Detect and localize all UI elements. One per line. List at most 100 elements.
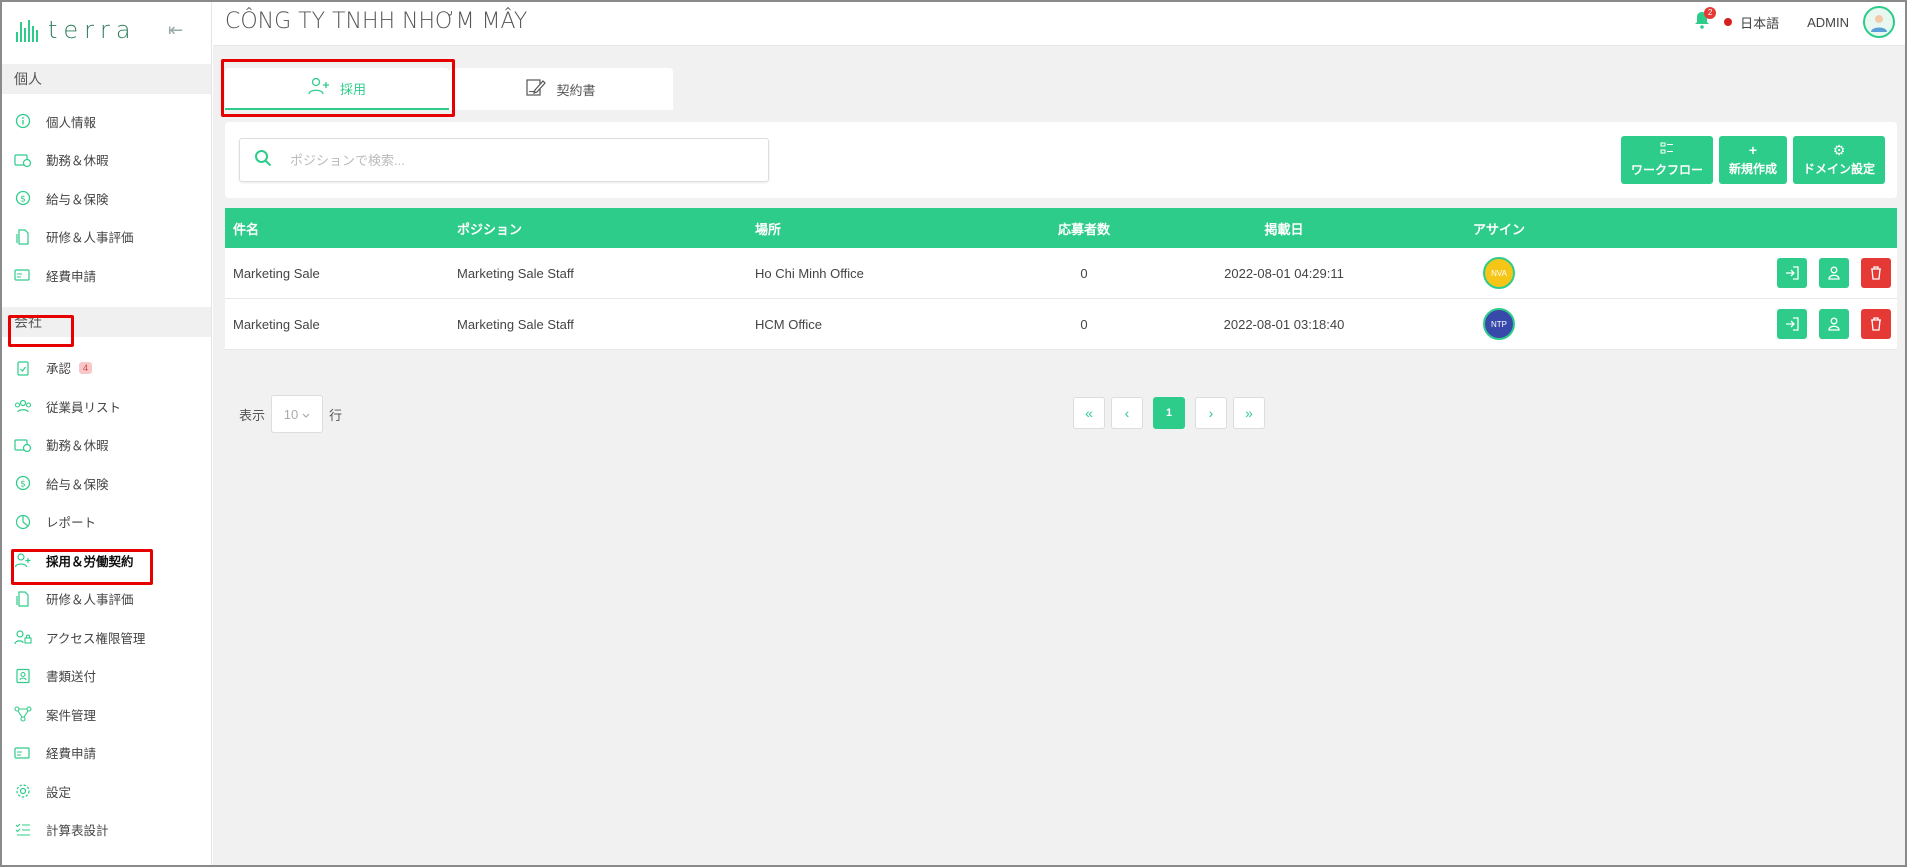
terra-logo-icon [16,18,38,42]
column-header[interactable]: ポジション [451,219,749,238]
create-button[interactable]: + 新規作成 [1718,136,1787,184]
search-panel: ワークフロー + 新規作成 ⚙ ドメイン設定 [225,122,1897,198]
column-header[interactable]: 掲載日 [1159,219,1409,238]
open-button[interactable] [1777,309,1807,339]
cell-location: Ho Chi Minh Office [755,265,864,281]
cell-title: Marketing Sale [233,316,320,332]
users-icon [14,397,32,415]
dollar-icon: $ [14,189,32,207]
column-header[interactable]: 件名 [225,219,451,238]
sidebar-item-employee-list[interactable]: 従業員リスト [2,387,211,426]
column-header[interactable]: 場所 [749,219,1009,238]
sidebar-item-label: 給与＆保険 [46,477,109,492]
sidebar-item-expense[interactable]: 経費申請 [2,256,211,295]
sidebar-item-salary[interactable]: $ 給与＆保険 [2,179,211,218]
applicants-button[interactable] [1819,309,1849,339]
sidebar-item-label: 案件管理 [46,708,97,723]
applicants-button[interactable] [1819,258,1849,288]
main-content: 採用 契約書 ワークフロー + 新規作成 [213,46,1905,865]
notification-bell-icon[interactable]: 2 [1694,6,1717,34]
cell-applicants: 0 [1080,265,1088,281]
sidebar-item-recruitment[interactable]: 採用＆労働契約 [2,541,211,580]
page-size-control: 表示 10 行 [239,395,342,433]
cell-assignee: NVA [1409,257,1589,289]
sidebar-item-approval[interactable]: 承認 4 [2,349,211,388]
cell-title: Marketing Sale [233,265,320,281]
user-avatar-icon[interactable] [1863,6,1895,38]
sidebar-item-personal-info[interactable]: 個人情報 [2,102,211,141]
create-button-label: 新規作成 [1728,162,1777,176]
prev-page-button[interactable]: ‹ [1111,397,1143,429]
brand-name: terra [48,16,137,44]
domain-settings-button[interactable]: ⚙ ドメイン設定 [1792,136,1885,184]
search-input[interactable] [290,152,750,168]
sidebar-item-calc-design[interactable]: 計算表設計 [2,811,211,850]
id-card-icon [14,667,32,685]
assignee-avatar[interactable]: NVA [1483,257,1515,289]
calendar-clock-icon [14,436,32,454]
action-buttons: ワークフロー + 新規作成 ⚙ ドメイン設定 [1620,136,1885,184]
show-label: 表示 [239,407,266,423]
tab-contracts[interactable]: 契約書 [449,68,673,110]
sidebar-item-label: 個人情報 [46,115,97,130]
column-header[interactable]: 応募者数 [1009,219,1159,238]
open-button[interactable] [1777,258,1807,288]
sidebar-item-training[interactable]: 研修＆人事評価 [2,218,211,257]
workflow-button[interactable]: ワークフロー [1620,136,1713,184]
assignee-avatar[interactable]: NTP [1483,308,1515,340]
top-bar: CÔNG TY TNHH NHƠM MÂY 2 日本語 ADMIN [213,2,1905,46]
document-icon [14,590,32,608]
sidebar-item-company-expense[interactable]: 経費申請 [2,734,211,773]
personal-section-header: 個人 [2,64,211,94]
cell-position: Marketing Sale Staff [457,316,574,332]
sidebar-item-project[interactable]: 案件管理 [2,695,211,734]
cell-posted-date: 2022-08-01 04:29:11 [1224,265,1344,281]
brand[interactable]: terra ⇤ [2,2,211,58]
sidebar-item-label: 承認 [46,362,72,377]
tab-recruitment[interactable]: 採用 [225,68,449,110]
sidebar-item-label: 研修＆人事評価 [46,231,134,246]
domain-settings-button-label: ドメイン設定 [1802,162,1875,176]
collapse-sidebar-icon[interactable]: ⇤ [168,20,183,41]
cell-applicants: 0 [1080,316,1088,332]
sidebar-item-label: 従業員リスト [46,400,122,415]
workflow-button-label: ワークフロー [1630,163,1703,177]
document-icon [14,228,32,246]
japan-flag-icon [1724,18,1733,26]
signature-icon [526,78,547,101]
company-name: CÔNG TY TNHH NHƠM MÂY [225,9,528,34]
search-box [239,138,769,182]
language-selector[interactable]: 日本語 [1724,13,1779,32]
pie-chart-icon [14,513,32,531]
cell-position: Marketing Sale Staff [457,265,574,281]
tab-bar: 採用 契約書 [225,68,673,110]
first-page-button[interactable]: « [1073,397,1105,429]
sidebar-item-label: 勤務＆休暇 [46,439,109,454]
last-page-button[interactable]: » [1233,397,1265,429]
sidebar-item-company-salary[interactable]: $ 給与＆保険 [2,464,211,503]
delete-button[interactable] [1861,309,1891,339]
sidebar-item-access-control[interactable]: アクセス権限管理 [2,618,211,657]
sidebar-item-attendance[interactable]: 勤務＆休暇 [2,141,211,180]
sidebar-item-report[interactable]: レポート [2,503,211,542]
sidebar-item-label: 経費申請 [46,269,97,284]
next-page-button[interactable]: › [1195,397,1227,429]
sidebar-item-company-training[interactable]: 研修＆人事評価 [2,580,211,619]
current-page-button[interactable]: 1 [1153,397,1185,429]
sidebar-item-document-send[interactable]: 書類送付 [2,657,211,696]
notification-count: 2 [1704,6,1717,19]
table-row[interactable]: Marketing Sale Marketing Sale Staff Ho C… [225,248,1897,299]
sidebar-item-label: 計算表設計 [46,824,109,839]
sidebar-item-label: 書類送付 [46,670,97,685]
sidebar-item-label: 勤務＆休暇 [46,154,109,169]
row-actions [1589,258,1897,288]
user-name[interactable]: ADMIN [1807,15,1849,30]
table-footer: 表示 10 行 « ‹ 1 › » [225,391,1897,441]
table-row[interactable]: Marketing Sale Marketing Sale Staff HCM … [225,299,1897,350]
column-header[interactable]: アサイン [1409,219,1589,238]
sidebar-item-settings[interactable]: 設定 [2,772,211,811]
delete-button[interactable] [1861,258,1891,288]
network-icon [14,705,32,723]
page-size-select[interactable]: 10 [271,395,324,433]
sidebar-item-company-attendance[interactable]: 勤務＆休暇 [2,426,211,465]
